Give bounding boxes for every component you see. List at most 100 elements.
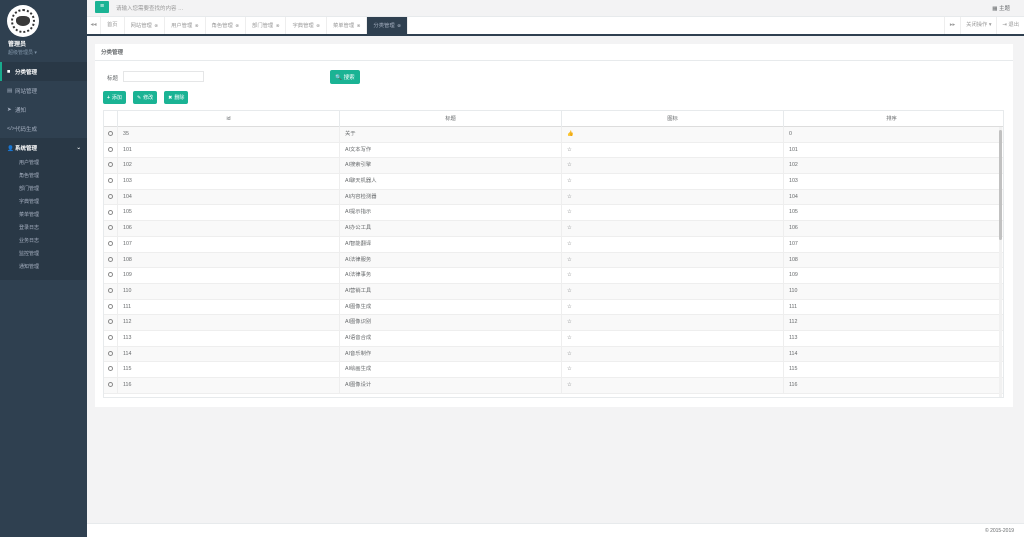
search-button[interactable]: 🔍 搜索 [330, 70, 360, 84]
row-select[interactable] [104, 315, 118, 331]
table-row[interactable]: 101 AI文本写作 ☆ 101 [104, 142, 1003, 159]
table-scrollbar[interactable] [999, 127, 1002, 397]
tab[interactable]: 字典管理 ⊗ [286, 17, 327, 34]
row-select[interactable] [104, 205, 118, 221]
scrollbar-thumb[interactable] [999, 130, 1002, 240]
column-header-title[interactable]: 标题 [340, 111, 562, 127]
radio-button[interactable] [108, 366, 113, 372]
tab-close-icon[interactable]: ⊗ [276, 23, 280, 28]
table-row[interactable]: 35 关于 👍 0 [104, 127, 1003, 143]
title-search-input[interactable] [123, 71, 204, 82]
table-row[interactable]: 109 AI法律事务 ☆ 109 [104, 268, 1003, 284]
row-select[interactable] [104, 142, 118, 158]
row-select[interactable] [104, 330, 118, 346]
row-select[interactable] [104, 236, 118, 252]
menu-toggle-button[interactable]: ≡ [95, 1, 109, 13]
sidebar-item-1[interactable]: ▤ 网站管理 [0, 81, 87, 100]
radio-button[interactable] [108, 287, 113, 293]
radio-button[interactable] [108, 240, 113, 246]
table-row[interactable]: 116 AI图像设计 ☆ 116 [104, 378, 1003, 394]
tabs-next-icon[interactable]: ▸▸ [943, 17, 960, 34]
submenu-item[interactable]: 用户管理 [0, 157, 87, 170]
radio-button[interactable] [108, 162, 113, 168]
submenu-item[interactable]: 菜单管理 [0, 209, 87, 222]
table-row[interactable]: 106 AI办公工具 ☆ 106 [104, 221, 1003, 237]
sidebar-item-2[interactable]: ➤ 通知 [0, 100, 87, 119]
table-row[interactable]: 104 AI内容检测器 ☆ 104 [104, 189, 1003, 206]
submenu-item[interactable]: 字典管理 [0, 196, 87, 209]
submenu-item[interactable]: 业务日志 [0, 235, 87, 248]
tab-close-icon[interactable]: ⊗ [154, 23, 158, 28]
profile-role-dropdown[interactable]: 超级管理员 ▾ [8, 49, 83, 56]
tabs-prev-icon[interactable]: ◂◂ [87, 17, 101, 34]
radio-button[interactable] [108, 350, 113, 356]
row-select[interactable] [104, 299, 118, 315]
radio-button[interactable] [108, 193, 113, 199]
radio-button[interactable] [108, 209, 113, 215]
delete-button[interactable]: ✖ 删除 [164, 91, 189, 104]
row-select[interactable] [104, 174, 118, 190]
radio-button[interactable] [108, 272, 113, 278]
row-select[interactable] [104, 268, 118, 284]
column-header-id[interactable]: id [118, 111, 340, 127]
tab-close-icon[interactable]: ⊗ [397, 23, 401, 28]
add-button[interactable]: + 添加 [103, 91, 126, 104]
radio-button[interactable] [108, 225, 113, 231]
theme-button[interactable]: ▦ 主题 [992, 4, 1010, 12]
radio-button[interactable] [108, 335, 113, 341]
close-ops-dropdown[interactable]: 关闭操作 ▾ [960, 17, 996, 34]
table-row[interactable]: 108 AI法律服务 ☆ 108 [104, 252, 1003, 269]
column-header-icon[interactable]: 图标 [562, 111, 784, 127]
tab[interactable]: 角色管理 ⊗ [206, 17, 247, 34]
row-select[interactable] [104, 283, 118, 299]
row-select[interactable] [104, 127, 118, 142]
tab-close-icon[interactable]: ⊗ [316, 23, 320, 28]
tab[interactable]: 部门管理 ⊗ [246, 17, 287, 34]
tab-close-icon[interactable]: ⊗ [195, 23, 199, 28]
sidebar-item-3[interactable]: </> 代码生成 [0, 119, 87, 138]
radio-button[interactable] [108, 178, 113, 184]
sidebar-item-system[interactable]: 👤系统管理 ⌄ [0, 138, 87, 157]
submenu-item[interactable]: 通知管理 [0, 261, 87, 274]
radio-button[interactable] [108, 303, 113, 309]
row-select[interactable] [104, 378, 118, 393]
tab[interactable]: 用户管理 ⊗ [165, 17, 206, 34]
table-row[interactable]: 103 AI聊天机器人 ☆ 103 [104, 174, 1003, 190]
submenu-item[interactable]: 部门管理 [0, 183, 87, 196]
tab-close-icon[interactable]: ⊗ [235, 23, 239, 28]
table-row[interactable]: 115 AI绘画生成 ☆ 115 [104, 362, 1003, 378]
tab[interactable]: 网站管理 ⊗ [125, 17, 166, 34]
row-select[interactable] [104, 189, 118, 205]
tab[interactable]: 菜单管理 ⊗ [327, 17, 368, 34]
submenu-item[interactable]: 角色管理 [0, 170, 87, 183]
tab-close-icon[interactable]: ⊗ [357, 23, 361, 28]
table-row[interactable]: 110 AI营销工具 ☆ 110 [104, 283, 1003, 300]
table-row[interactable]: 113 AI语音合成 ☆ 113 [104, 330, 1003, 347]
radio-button[interactable] [108, 256, 113, 262]
radio-button[interactable] [108, 131, 113, 137]
radio-button[interactable] [108, 319, 113, 325]
row-select[interactable] [104, 362, 118, 378]
tab[interactable]: 分类管理 ⊗ [367, 17, 408, 34]
row-select[interactable] [104, 221, 118, 237]
tab[interactable]: 首页 [101, 17, 125, 34]
table-row[interactable]: 111 AI图像生成 ☆ 111 [104, 299, 1003, 316]
submenu-item[interactable]: 监控管理 [0, 248, 87, 261]
exit-button[interactable]: ⇥ 退出 [996, 17, 1024, 34]
table-row[interactable]: 107 AI智能翻译 ☆ 107 [104, 236, 1003, 253]
edit-button[interactable]: ✎ 修改 [132, 91, 158, 104]
table-row[interactable]: 112 AI图像识别 ☆ 112 [104, 315, 1003, 331]
submenu-item[interactable]: 登录日志 [0, 222, 87, 235]
radio-button[interactable] [108, 146, 113, 152]
row-select[interactable] [104, 158, 118, 174]
table-row[interactable]: 102 AI搜索引擎 ☆ 102 [104, 158, 1003, 175]
avatar[interactable] [7, 5, 39, 37]
sidebar-item-0[interactable]: ■ 分类管理 [0, 62, 87, 81]
top-search-input[interactable]: 请输入您需要查找的内容 … [116, 4, 184, 12]
table-row[interactable]: 105 AI提示指示 ☆ 105 [104, 205, 1003, 222]
radio-button[interactable] [108, 382, 113, 388]
column-header-sort[interactable]: 排序 [784, 111, 999, 127]
row-select[interactable] [104, 252, 118, 268]
row-select[interactable] [104, 346, 118, 362]
table-row[interactable]: 114 AI音乐制作 ☆ 114 [104, 346, 1003, 363]
